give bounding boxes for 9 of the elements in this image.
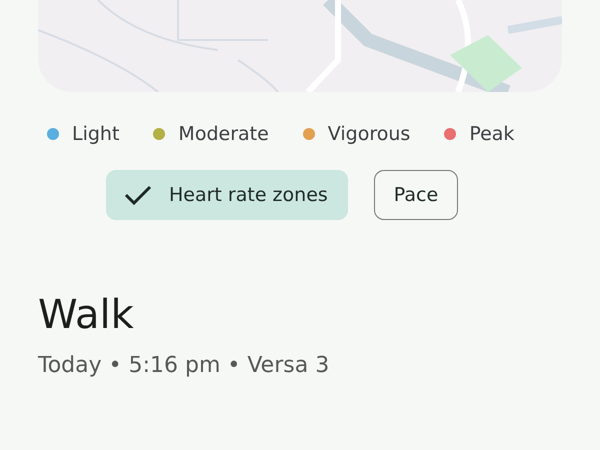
activity-title: Walk [38,291,135,340]
filter-chip[interactable]: Pace [374,170,458,220]
legend-label: Light [72,123,120,145]
activity-subtitle: Today • 5:16 pm • Versa 3 [38,353,330,378]
legend-label: Vigorous [328,123,410,145]
check-icon [123,184,153,206]
legend-label: Moderate [178,123,269,145]
filter-chip[interactable]: Heart rate zones [106,170,348,220]
legend-label: Peak [469,123,514,145]
